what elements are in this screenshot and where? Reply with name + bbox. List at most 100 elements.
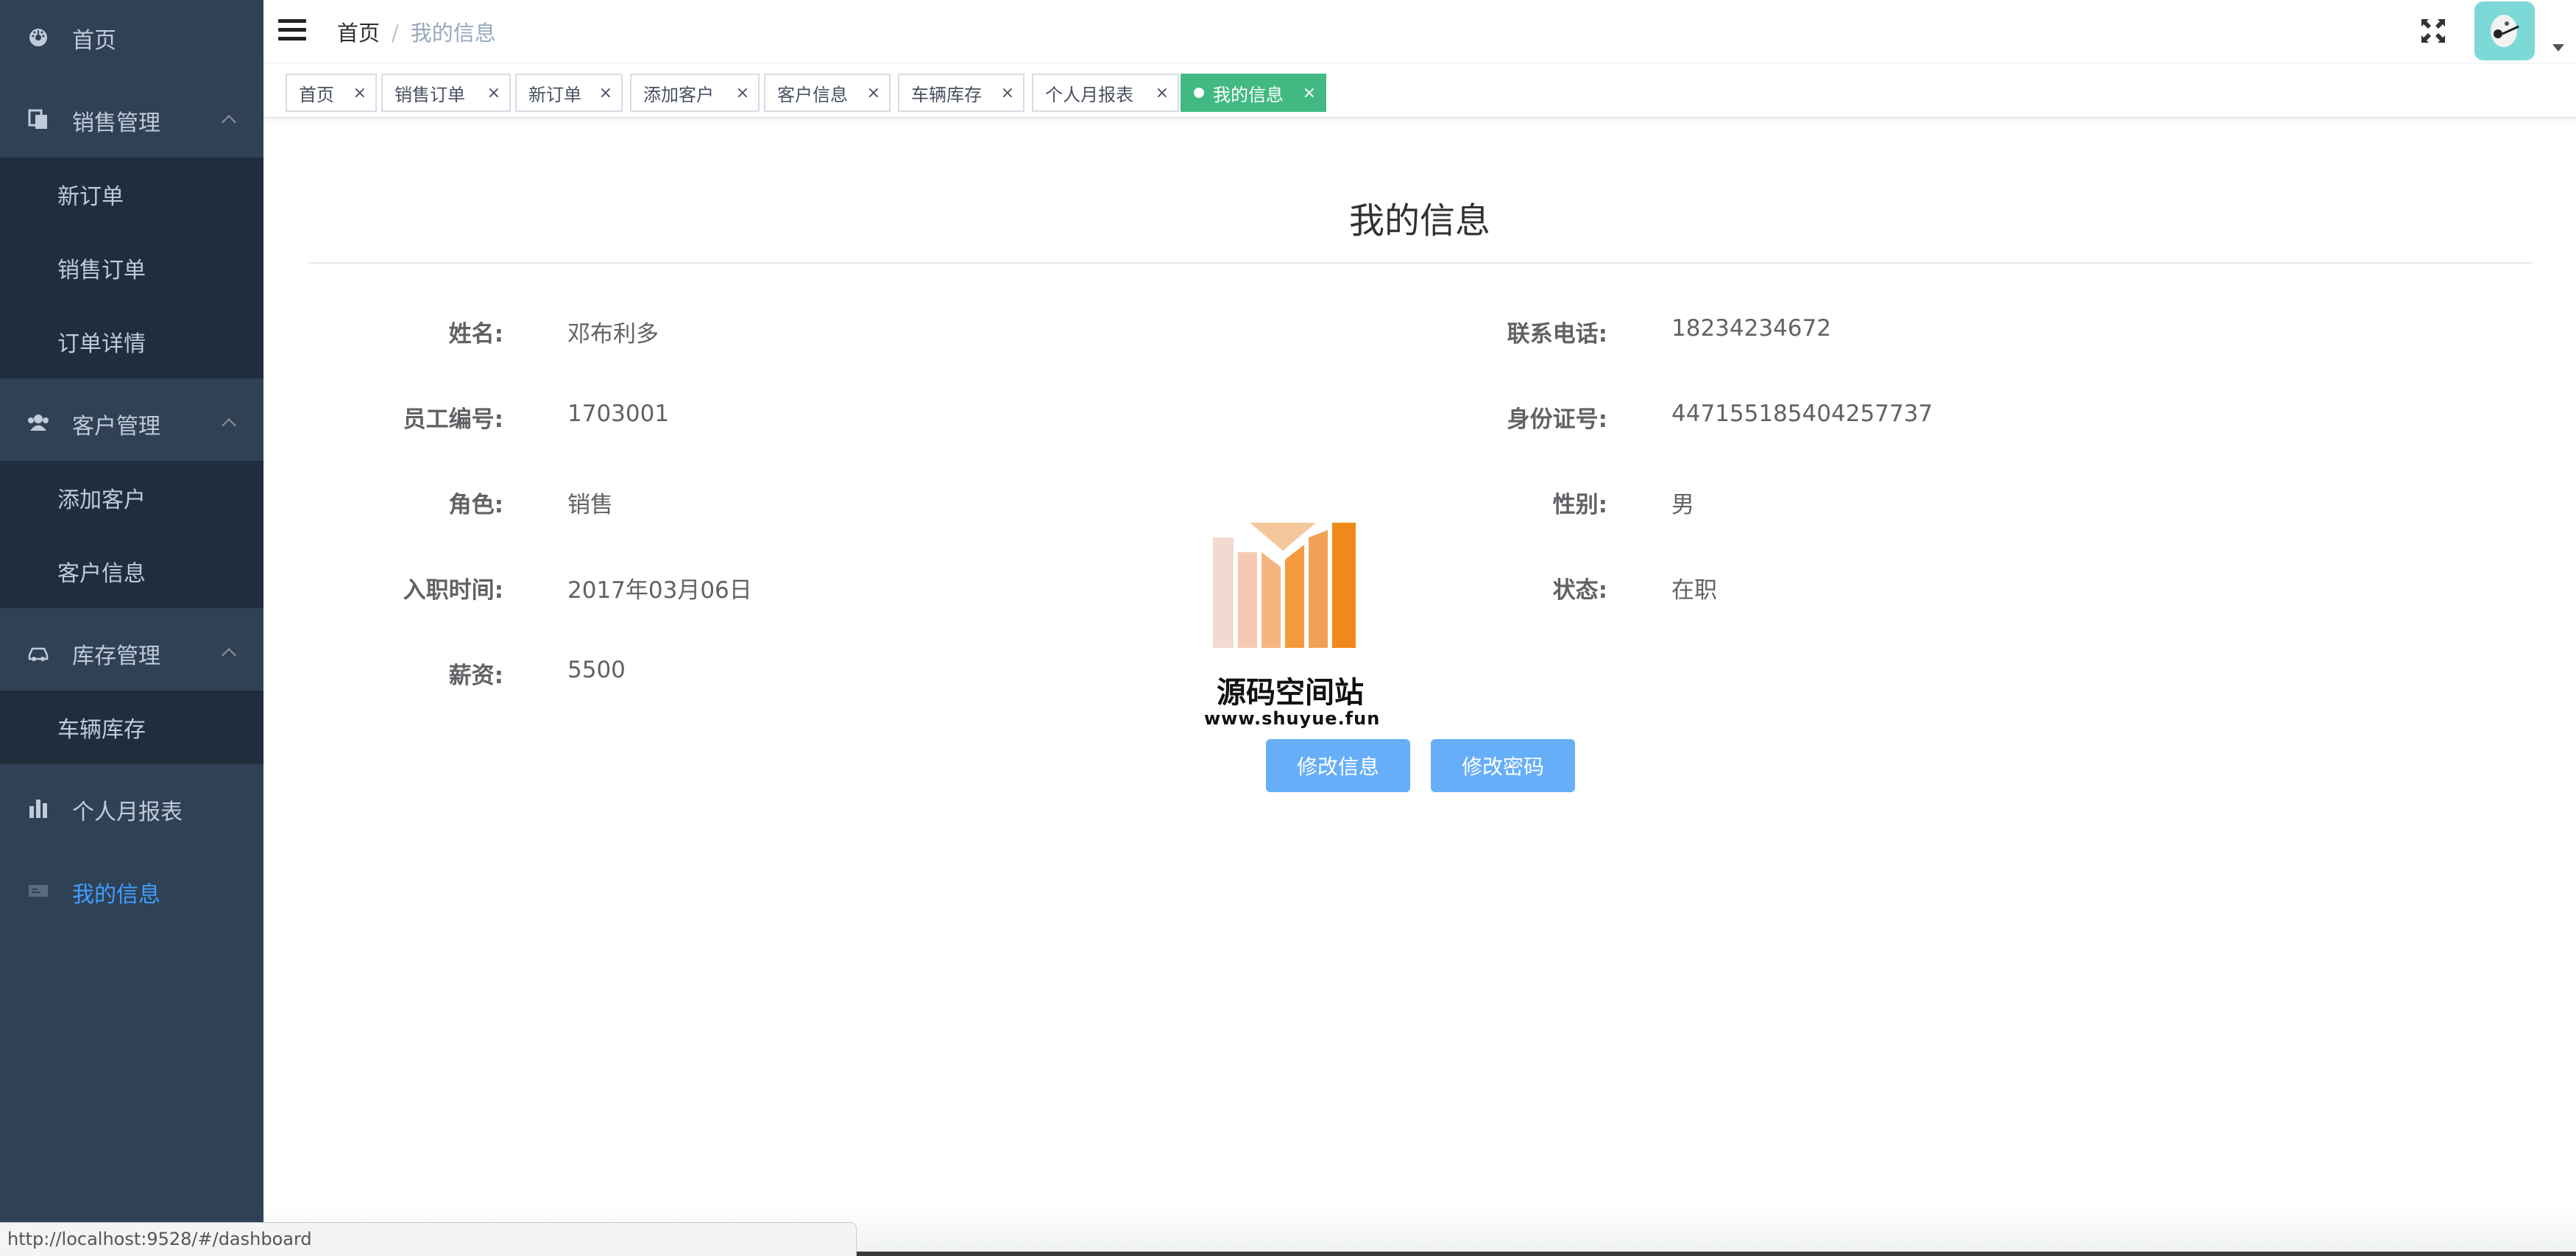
tag-label: 添加客户 — [643, 84, 714, 105]
tag-sales-orders[interactable]: 销售订单 × — [381, 74, 511, 112]
bar-chart-icon — [26, 797, 50, 820]
id-number-value: 447155185404257737 — [1671, 401, 1933, 427]
sidebar-item-add-customer[interactable]: 添加客户 — [0, 461, 263, 534]
close-icon[interactable]: × — [1001, 84, 1014, 102]
edit-info-button[interactable]: 修改信息 — [1266, 739, 1410, 792]
breadcrumb-separator: / — [392, 21, 399, 46]
sidebar-item-monthly-report[interactable]: 个人月报表 — [0, 772, 263, 845]
car-icon — [26, 641, 50, 664]
chevron-up-icon — [222, 418, 236, 433]
status-label: 状态: — [1552, 577, 1607, 604]
chevron-up-icon — [222, 115, 236, 130]
tag-label: 销售订单 — [394, 84, 465, 105]
app-window: 首页 销售管理 新订单 销售订单 订单详情 客户管理 添加客户 客户信息 库存管… — [0, 0, 2576, 1256]
tag-home[interactable]: 首页 × — [286, 74, 377, 112]
sidebar-item-vehicle-stock[interactable]: 车辆库存 — [0, 691, 263, 764]
main-content: 我的信息 姓名: 邓布利多 联系电话: 18234234672 员工编号: 17… — [263, 118, 2576, 1256]
tag-vehicle-stock[interactable]: 车辆库存 × — [898, 74, 1025, 112]
salary-value: 5500 — [567, 657, 626, 683]
sidebar-group-sales[interactable]: 销售管理 — [0, 82, 263, 156]
id-card-icon — [26, 879, 50, 903]
close-icon[interactable]: × — [353, 84, 367, 102]
sidebar-item-label: 订单详情 — [57, 331, 146, 357]
close-icon[interactable]: × — [1303, 84, 1316, 102]
tag-add-customer[interactable]: 添加客户 × — [630, 74, 760, 112]
close-icon[interactable]: × — [736, 84, 749, 102]
tag-label: 首页 — [299, 84, 334, 105]
close-icon[interactable]: × — [487, 84, 500, 102]
tag-new-order[interactable]: 新订单 × — [515, 74, 623, 112]
sidebar: 首页 销售管理 新订单 销售订单 订单详情 客户管理 添加客户 客户信息 库存管… — [0, 0, 263, 1256]
submenu-customers: 添加客户 客户信息 — [0, 461, 263, 608]
user-avatar[interactable] — [2474, 1, 2535, 60]
employee-number-label: 员工编号: — [403, 406, 503, 433]
status-value: 在职 — [1671, 577, 1717, 604]
sidebar-item-label: 新订单 — [57, 184, 124, 210]
navbar: 首页 / 我的信息 — [263, 0, 2576, 63]
close-icon[interactable]: × — [599, 84, 612, 102]
sidebar-item-label: 客户管理 — [72, 414, 160, 440]
tag-label: 客户信息 — [777, 84, 848, 105]
name-value: 邓布利多 — [567, 321, 659, 347]
tags-view: 首页 × 销售订单 × 新订单 × 添加客户 × 客户信息 × 车辆库存 × 个人月报表 × … — [263, 65, 2576, 118]
sidebar-item-customer-info[interactable]: 客户信息 — [0, 534, 263, 608]
window-bottom-edge — [857, 1252, 2576, 1256]
title-divider — [309, 262, 2532, 264]
dashboard-icon — [26, 25, 50, 49]
breadcrumb: 首页 / 我的信息 — [337, 16, 496, 47]
sidebar-item-my-info[interactable]: 我的信息 — [0, 854, 263, 928]
active-dot-icon — [1194, 88, 1204, 98]
tag-label: 车辆库存 — [911, 84, 982, 105]
hire-date-value: 2017年03月06日 — [567, 577, 752, 604]
browser-status-bar: http://localhost:9528/#/dashboard — [0, 1222, 857, 1256]
submenu-sales: 新订单 销售订单 订单详情 — [0, 158, 263, 378]
sidebar-item-sales-orders[interactable]: 销售订单 — [0, 231, 263, 305]
sidebar-item-label: 客户信息 — [57, 561, 146, 587]
sidebar-group-inventory[interactable]: 库存管理 — [0, 615, 263, 689]
id-number-label: 身份证号: — [1507, 406, 1607, 433]
sidebar-item-label: 添加客户 — [57, 487, 146, 513]
employee-number-value: 1703001 — [567, 401, 670, 427]
tag-my-info[interactable]: 我的信息 × — [1181, 74, 1326, 112]
tag-label: 个人月报表 — [1045, 84, 1133, 105]
chevron-up-icon — [222, 648, 236, 663]
breadcrumb-current: 我的信息 — [410, 21, 496, 46]
sidebar-item-label: 销售订单 — [57, 258, 146, 283]
watermark-name: 源码空间站 — [1217, 676, 1364, 710]
role-label: 角色: — [448, 492, 503, 518]
edit-password-button[interactable]: 修改密码 — [1431, 739, 1575, 792]
hamburger-menu-icon[interactable] — [278, 18, 308, 43]
tag-monthly-report[interactable]: 个人月报表 × — [1032, 74, 1179, 112]
phone-label: 联系电话: — [1507, 321, 1607, 347]
tag-label: 我的信息 — [1213, 84, 1284, 105]
sidebar-item-new-order[interactable]: 新订单 — [0, 158, 263, 231]
sidebar-group-customers[interactable]: 客户管理 — [0, 386, 263, 459]
role-value: 销售 — [567, 492, 613, 518]
tag-label: 新订单 — [528, 84, 581, 105]
sidebar-item-label: 首页 — [72, 28, 116, 54]
sidebar-item-label: 库存管理 — [72, 643, 160, 669]
phone-value: 18234234672 — [1671, 315, 1831, 342]
fullscreen-icon[interactable] — [2417, 15, 2449, 47]
gender-label: 性别: — [1552, 492, 1607, 518]
submenu-inventory: 车辆库存 — [0, 691, 263, 764]
close-icon[interactable]: × — [1156, 84, 1169, 102]
sidebar-item-label: 个人月报表 — [72, 800, 183, 825]
page-title: 我的信息 — [1348, 200, 1490, 241]
breadcrumb-home[interactable]: 首页 — [337, 21, 380, 46]
sidebar-item-label: 销售管理 — [72, 110, 160, 136]
tag-customer-info[interactable]: 客户信息 × — [764, 74, 891, 112]
caret-down-icon[interactable] — [2552, 44, 2564, 52]
sidebar-item-label: 车辆库存 — [57, 717, 146, 743]
watermark-logo — [1206, 523, 1375, 658]
people-icon — [26, 411, 50, 434]
close-icon[interactable]: × — [867, 84, 880, 102]
sidebar-item-label: 我的信息 — [72, 882, 160, 908]
sidebar-item-home[interactable]: 首页 — [0, 0, 263, 74]
gender-value: 男 — [1671, 492, 1694, 518]
sidebar-item-order-details[interactable]: 订单详情 — [0, 305, 263, 378]
salary-label: 薪资: — [448, 663, 503, 689]
name-label: 姓名: — [448, 321, 503, 347]
hire-date-label: 入职时间: — [403, 577, 503, 604]
status-url: http://localhost:9528/#/dashboard — [7, 1229, 312, 1249]
